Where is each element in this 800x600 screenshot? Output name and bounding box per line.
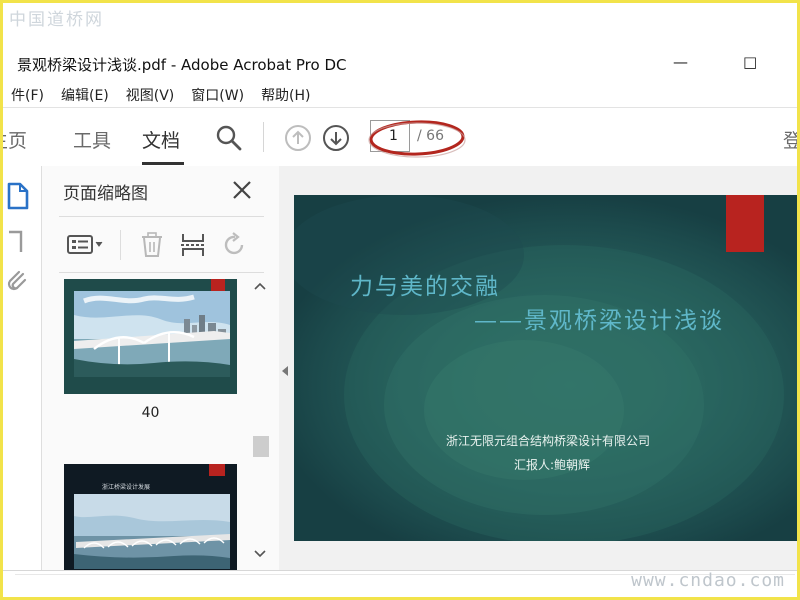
- menu-window[interactable]: 窗口(W): [191, 85, 244, 105]
- slide-reporter: 汇报人:鲍朝辉: [514, 458, 591, 472]
- close-icon[interactable]: [230, 178, 254, 202]
- panel-title: 页面缩略图: [63, 184, 148, 204]
- thumbnail-page-next[interactable]: 浙江桥梁设计发展: [64, 464, 237, 570]
- panel-toolbar: [42, 224, 279, 264]
- maximize-button[interactable]: □: [743, 53, 757, 71]
- slide-subtitle: ——景观桥梁设计浅谈: [474, 308, 724, 334]
- left-rail: [3, 166, 41, 576]
- thumbnail-scrollbar[interactable]: [251, 274, 270, 570]
- toolbar-divider: [263, 122, 264, 152]
- menu-view[interactable]: 视图(V): [126, 85, 175, 105]
- tool-divider: [120, 230, 121, 260]
- rotate-page-icon[interactable]: [222, 232, 248, 258]
- thumbnail-options-icon[interactable]: [66, 234, 106, 256]
- next-page-icon[interactable]: [322, 124, 350, 152]
- previous-page-icon[interactable]: [284, 124, 312, 152]
- scrollbar-thumb[interactable]: [253, 436, 269, 457]
- scroll-down-icon[interactable]: [254, 550, 266, 558]
- tab-document[interactable]: 文档: [142, 126, 180, 153]
- thumbnail-list: 40 浙江桥梁设计发展: [42, 274, 252, 570]
- slide-organization: 浙江无限元组合结构桥梁设计有限公司: [446, 434, 651, 448]
- thumbnail-caption: 浙江桥梁设计发展: [102, 483, 150, 491]
- menu-bar: 件(F) 编辑(E) 视图(V) 窗口(W) 帮助(H): [3, 83, 797, 107]
- slide-background: [294, 195, 784, 541]
- panel-divider-2: [59, 272, 264, 273]
- menu-edit[interactable]: 编辑(E): [61, 85, 109, 105]
- watermark-top: 中国道桥网: [9, 10, 104, 30]
- search-icon[interactable]: [215, 124, 243, 152]
- menu-file[interactable]: 件(F): [11, 85, 44, 105]
- watermark-bottom: www.cndao.com: [631, 570, 785, 591]
- scroll-up-icon[interactable]: [254, 282, 266, 290]
- tab-home[interactable]: 主页: [3, 126, 27, 153]
- slide-accent-bar: [726, 195, 764, 252]
- slide-title: 力与美的交融: [350, 274, 500, 300]
- bookmarks-icon[interactable]: [7, 230, 29, 254]
- highlight-ellipse: [368, 120, 466, 158]
- panel-divider: [59, 216, 264, 217]
- collapse-panel-icon[interactable]: [281, 365, 289, 377]
- thumbnail-image: 浙江桥梁设计发展: [64, 464, 237, 570]
- active-tab-indicator: [142, 162, 184, 165]
- sign-in-link[interactable]: 登: [783, 126, 797, 153]
- window-title: 景观桥梁设计浅谈.pdf - Adobe Acrobat Pro DC: [17, 55, 347, 74]
- extract-page-icon[interactable]: [180, 232, 206, 258]
- tab-tools[interactable]: 工具: [73, 126, 111, 153]
- thumbnail-page-number: 40: [141, 405, 160, 421]
- delete-page-icon[interactable]: [140, 232, 164, 258]
- app-frame: 中国道桥网 景观桥梁设计浅谈.pdf - Adobe Acrobat Pro D…: [0, 0, 800, 600]
- page-thumbnails-icon[interactable]: [7, 182, 29, 210]
- attachment-icon[interactable]: [7, 270, 29, 296]
- menu-help[interactable]: 帮助(H): [261, 85, 310, 105]
- minimize-button[interactable]: —: [673, 53, 688, 71]
- thumbnail-image: [64, 279, 237, 394]
- slide-page: 力与美的交融 ——景观桥梁设计浅谈 浙江无限元组合结构桥梁设计有限公司 汇报人:…: [294, 195, 797, 541]
- thumbnail-panel: 页面缩略图 40 浙江桥梁设计发展: [41, 166, 280, 570]
- thumbnail-page-40[interactable]: [64, 279, 237, 394]
- title-bar: 景观桥梁设计浅谈.pdf - Adobe Acrobat Pro DC — □: [3, 49, 797, 79]
